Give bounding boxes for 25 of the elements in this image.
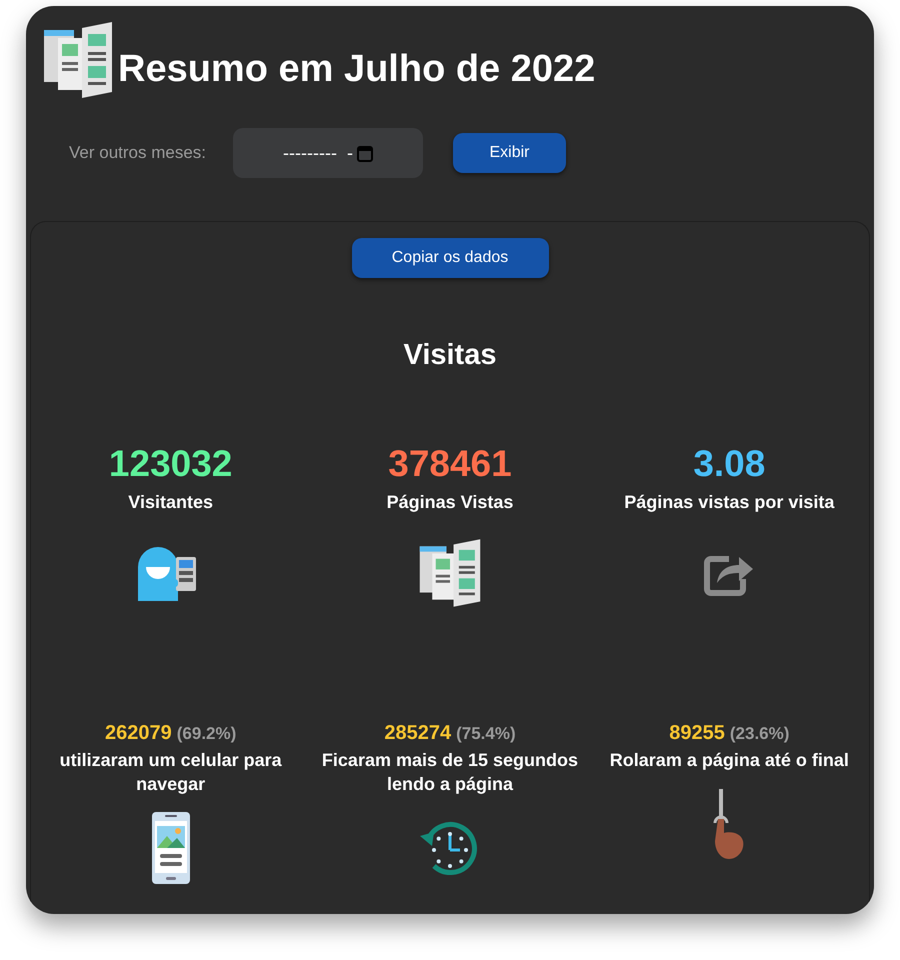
stat-label: Páginas vistas por visita [624, 490, 834, 514]
show-button[interactable]: Exibir [453, 133, 566, 173]
stat-label: Páginas Vistas [386, 490, 514, 514]
stat-description: Ficaram mais de 15 segundos lendo a página [320, 748, 580, 796]
stat-label: Visitantes [128, 490, 214, 514]
calendar-icon[interactable] [356, 144, 373, 162]
pages-icon [418, 536, 482, 608]
stat-count: 89255 [669, 720, 725, 746]
stat-value: 123032 [108, 444, 232, 482]
stat-value: 378461 [388, 444, 512, 482]
stat-count: 285274 [384, 720, 452, 746]
stat-percent: (69.2%) [176, 722, 236, 744]
stat-percent: (75.4%) [456, 722, 516, 744]
stat-value: 3.08 [693, 444, 766, 482]
smartphone-icon [150, 812, 191, 884]
month-picker-label: Ver outros meses: [69, 142, 206, 164]
stat-count: 262079 [105, 720, 172, 746]
stat-percent: (23.6%) [730, 722, 790, 744]
copy-data-button[interactable]: Copiar os dados [352, 238, 548, 278]
stat-description: Rolaram a página até o final [610, 748, 849, 772]
section-title: Visitas [404, 338, 496, 373]
pages-icon [42, 20, 114, 100]
month-input[interactable]: --------- - [233, 128, 424, 178]
page-title: Resumo em Julho de 2022 [118, 50, 596, 88]
stat-description: utilizaram um celular para navegar [58, 748, 283, 796]
